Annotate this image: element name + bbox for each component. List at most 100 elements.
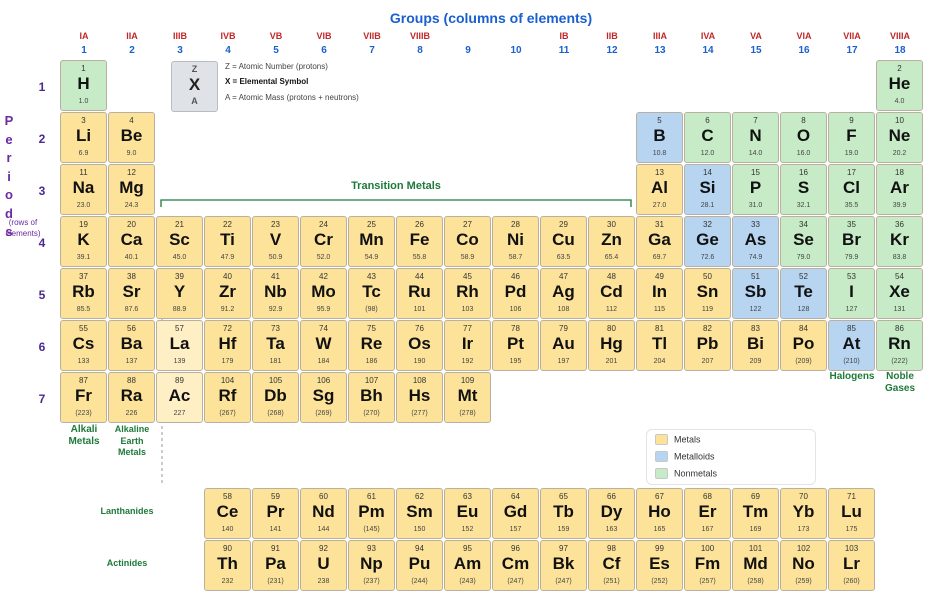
element-symbol: Kr — [890, 230, 909, 249]
legend-item-nonmetals: Nonmetals — [655, 468, 717, 482]
element-mass: (257) — [699, 578, 716, 585]
label-line: Metals — [117, 447, 146, 457]
element-number: 106 — [316, 376, 331, 385]
element-number: 6 — [705, 116, 710, 125]
element-cell: 22 Ti 47.9 — [204, 216, 251, 267]
element-number: 41 — [271, 272, 280, 281]
element-symbol: Tl — [651, 334, 668, 353]
element-mass: 95.9 — [316, 306, 331, 313]
element-mass: (209) — [795, 358, 812, 365]
element-mass: 54.9 — [364, 254, 379, 261]
element-cell: 40 Zr 91.2 — [204, 268, 251, 319]
key-z: Z — [191, 64, 198, 74]
element-symbol: B — [653, 126, 666, 145]
element-cell: 72 Hf 179 — [204, 320, 251, 371]
element-number: 85 — [847, 324, 856, 333]
element-mass: (278) — [459, 410, 476, 417]
element-symbol: Ba — [120, 334, 143, 353]
element-number: 60 — [319, 492, 328, 501]
group-label: VIA — [796, 31, 812, 41]
element-cell: 83 Bi 209 — [732, 320, 779, 371]
element-mass: 190 — [413, 358, 426, 365]
element-symbol: Se — [793, 230, 814, 249]
element-mass: 140 — [221, 526, 234, 533]
element-number: 75 — [367, 324, 376, 333]
element-number: 49 — [655, 272, 664, 281]
element-mass: 69.7 — [652, 254, 667, 261]
period-number: 6 — [38, 340, 46, 354]
element-symbol: Er — [698, 502, 717, 521]
element-symbol: Th — [217, 554, 238, 573]
element-mass: (259) — [795, 578, 812, 585]
element-number: 98 — [607, 544, 616, 553]
element-cell: 52 Te 128 — [780, 268, 827, 319]
element-symbol: Cd — [600, 282, 623, 301]
element-number: 34 — [799, 220, 808, 229]
element-mass: 74.9 — [748, 254, 763, 261]
element-cell: 13 Al 27.0 — [636, 164, 683, 215]
element-number: 66 — [607, 492, 616, 501]
element-symbol: Sb — [744, 282, 767, 301]
element-mass: 167 — [701, 526, 714, 533]
element-number: 11 — [79, 168, 88, 177]
element-symbol: Y — [173, 282, 186, 301]
element-cell: 93 Np (237) — [348, 540, 395, 591]
element-number: 56 — [127, 324, 136, 333]
element-symbol: Bk — [552, 554, 575, 573]
periods-letter: e — [5, 131, 13, 147]
element-symbol: Cu — [552, 230, 575, 249]
element-mass: 127 — [845, 306, 858, 313]
group-label: IVB — [220, 31, 236, 41]
noble-gases-label: Noble Gases — [874, 371, 926, 395]
element-cell: 103 Lr (260) — [828, 540, 875, 591]
element-mass: 40.1 — [124, 254, 139, 261]
element-number: 26 — [415, 220, 424, 229]
element-cell: 73 Ta 181 — [252, 320, 299, 371]
element-number: 64 — [511, 492, 520, 501]
element-cell: 50 Sn 119 — [684, 268, 731, 319]
element-mass: 119 — [701, 306, 714, 313]
element-cell: 90 Th 232 — [204, 540, 251, 591]
group-number: 15 — [750, 45, 762, 56]
element-cell: 54 Xe 131 — [876, 268, 923, 319]
element-cell: 79 Au 197 — [540, 320, 587, 371]
element-symbol: Os — [408, 334, 431, 353]
element-number: 23 — [271, 220, 280, 229]
element-cell: 101 Md (258) — [732, 540, 779, 591]
element-mass: 226 — [125, 410, 138, 417]
periods-note-line: (rows of — [8, 218, 38, 227]
element-number: 86 — [895, 324, 904, 333]
element-symbol: Ga — [648, 230, 671, 249]
element-cell: 56 Ba 137 — [108, 320, 155, 371]
element-symbol: Pa — [265, 554, 286, 573]
element-symbol: Si — [699, 178, 716, 197]
element-number: 29 — [559, 220, 568, 229]
element-cell: 28 Ni 58.7 — [492, 216, 539, 267]
transition-metals-bracket — [160, 199, 632, 207]
element-symbol: Hs — [408, 386, 431, 405]
element-number: 7 — [753, 116, 758, 125]
transition-metals-label: Transition Metals — [351, 180, 441, 192]
label-line: Metals — [68, 436, 100, 447]
period-number: 2 — [38, 132, 46, 146]
element-symbol: Zr — [219, 282, 236, 301]
element-symbol: Cl — [843, 178, 860, 197]
group-number: 16 — [798, 45, 810, 56]
element-cell: 46 Pd 106 — [492, 268, 539, 319]
element-cell: 24 Cr 52.0 — [300, 216, 347, 267]
element-symbol: Sm — [406, 502, 433, 521]
element-cell: 34 Se 79.0 — [780, 216, 827, 267]
element-cell: 85 At (210) — [828, 320, 875, 371]
element-symbol: Am — [453, 554, 482, 573]
element-number: 4 — [129, 116, 134, 125]
element-mass: 159 — [557, 526, 570, 533]
element-number: 38 — [127, 272, 136, 281]
element-cell: 48 Cd 112 — [588, 268, 635, 319]
element-number: 18 — [895, 168, 904, 177]
element-mass: 115 — [653, 306, 666, 313]
element-symbol: Xe — [889, 282, 910, 301]
element-cell: 92 U 238 — [300, 540, 347, 591]
group-label: IA — [79, 31, 89, 41]
element-number: 88 — [127, 376, 136, 385]
alkali-metals-label: Alkali Metals — [58, 424, 110, 448]
